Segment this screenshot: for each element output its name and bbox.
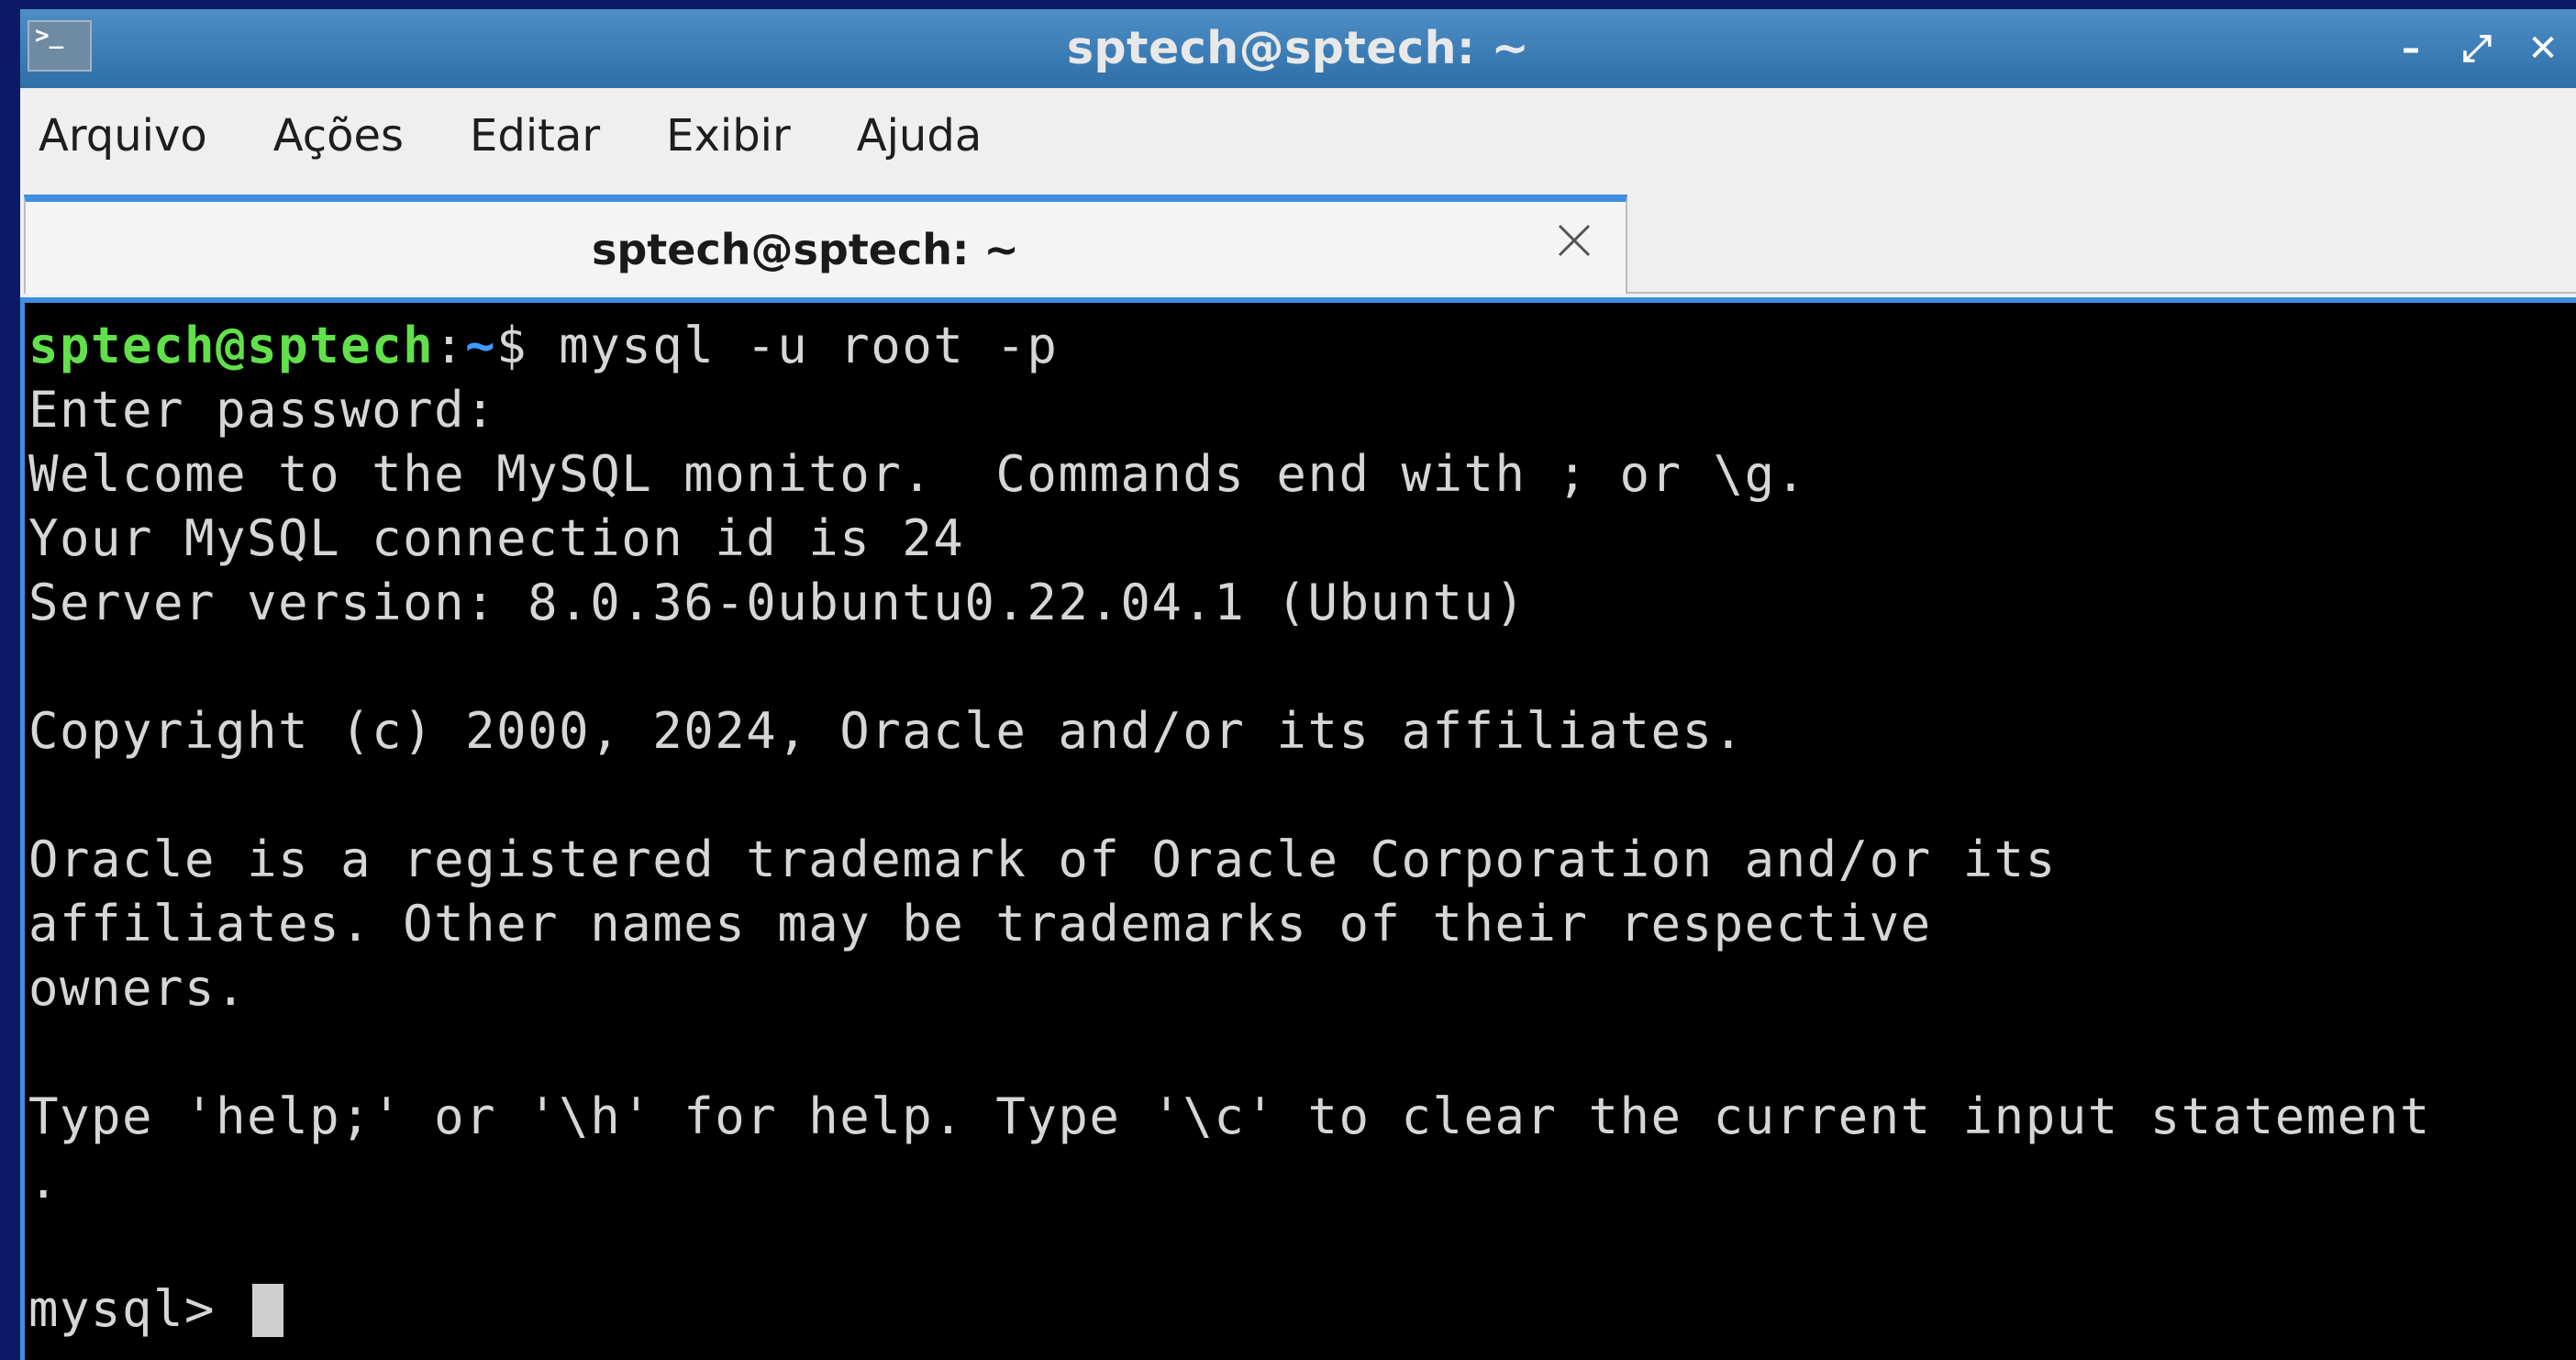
minimize-button[interactable]: – xyxy=(2378,9,2444,88)
output-line: . xyxy=(28,1152,61,1210)
title-bar[interactable]: >_ sptech@sptech: ~ – ⤢ ✕ xyxy=(20,9,2576,88)
maximize-button[interactable]: ⤢ xyxy=(2444,9,2510,88)
tab-strip: sptech@sptech: ~ xyxy=(20,184,2576,297)
text-cursor xyxy=(252,1284,284,1337)
command-line: sptech@sptech:~$ mysql -u root -p xyxy=(28,314,2576,378)
menu-arquivo[interactable]: Arquivo xyxy=(39,88,207,184)
close-icon xyxy=(1558,224,1591,257)
close-button[interactable]: ✕ xyxy=(2510,9,2576,88)
menu-ajuda[interactable]: Ajuda xyxy=(857,88,982,184)
output-line: Type 'help;' or '\h' for help. Type '\c'… xyxy=(28,1087,2431,1145)
minimize-icon: – xyxy=(2402,28,2420,70)
tab-close-button[interactable] xyxy=(1554,220,1594,261)
output-line: Welcome to the MySQL monitor. Commands e… xyxy=(28,445,1807,503)
window-controls: – ⤢ ✕ xyxy=(2378,9,2576,88)
prompt-user-host: sptech@sptech xyxy=(28,317,435,374)
terminal-window: >_ sptech@sptech: ~ – ⤢ ✕ Arquivo Ações … xyxy=(20,9,2576,1360)
mysql-prompt: mysql> xyxy=(28,1280,248,1338)
output-line: Enter password: xyxy=(28,381,497,439)
output-line: Oracle is a registered trademark of Orac… xyxy=(28,830,2057,888)
menu-acoes[interactable]: Ações xyxy=(273,88,404,184)
menu-editar[interactable]: Editar xyxy=(470,88,600,184)
window-title: sptech@sptech: ~ xyxy=(1066,22,1530,74)
close-icon: ✕ xyxy=(2527,28,2559,70)
prompt-separator: : xyxy=(434,317,466,374)
tab-terminal[interactable]: sptech@sptech: ~ xyxy=(24,195,1627,294)
output-line: affiliates. Other names may be trademark… xyxy=(28,895,1932,953)
maximize-icon: ⤢ xyxy=(2462,28,2492,70)
prompt-command: mysql -u root -p xyxy=(559,317,1059,374)
prompt-path: ~ xyxy=(465,317,497,374)
menu-exibir[interactable]: Exibir xyxy=(666,88,791,184)
tab-label: sptech@sptech: ~ xyxy=(592,225,1019,274)
mysql-prompt-line[interactable]: mysql> xyxy=(28,1277,2576,1342)
prompt-symbol: $ xyxy=(496,317,560,374)
output-line: Your MySQL connection id is 24 xyxy=(28,509,965,567)
output-line: Copyright (c) 2000, 2024, Oracle and/or … xyxy=(28,702,1745,760)
output-line: owners. xyxy=(28,959,248,1017)
terminal-area[interactable]: sptech@sptech:~$ mysql -u root -p Enter … xyxy=(20,297,2576,1360)
menu-bar: Arquivo Ações Editar Exibir Ajuda xyxy=(20,88,2576,184)
output-line: Server version: 8.0.36-0ubuntu0.22.04.1 … xyxy=(28,574,1527,631)
tab-strip-divider xyxy=(1627,292,2576,294)
